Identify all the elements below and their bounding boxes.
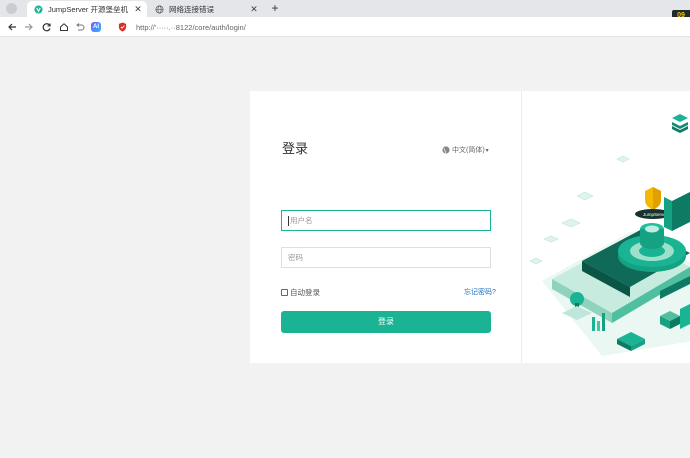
- language-label: 中文(简体): [452, 147, 485, 154]
- globe-icon: [442, 146, 450, 154]
- tab-jumpserver[interactable]: JumpServer 开源堡垒机 ✕: [27, 1, 147, 17]
- url-text: http://'·····.··8122/core/auth/login/: [136, 22, 246, 32]
- auto-login-option[interactable]: 自动登录: [281, 287, 320, 298]
- login-title: 登录: [282, 141, 309, 156]
- auto-login-checkbox[interactable]: [281, 289, 288, 296]
- undo-icon[interactable]: [73, 20, 86, 33]
- address-bar-row: AI http://'·····.··8122/core/auth/login/: [0, 17, 690, 37]
- forgot-password-link[interactable]: 忘记密码?: [464, 287, 496, 297]
- forward-icon[interactable]: [22, 20, 35, 33]
- reload-icon[interactable]: [40, 20, 53, 33]
- browser-tab-strip: JumpServer 开源堡垒机 ✕ 网络连接错误 ✕ +: [0, 0, 690, 17]
- password-placeholder: 密码: [288, 253, 303, 262]
- jumpserver-illustration: JumpServer: [529, 114, 690, 356]
- close-tab-icon[interactable]: ✕: [248, 4, 260, 15]
- back-icon[interactable]: [5, 20, 18, 33]
- username-placeholder: 用户名: [290, 216, 313, 225]
- close-tab-icon[interactable]: ✕: [132, 4, 144, 15]
- tab-title: JumpServer 开源堡垒机: [48, 4, 129, 14]
- password-input[interactable]: 密码: [281, 247, 491, 268]
- new-tab-button[interactable]: +: [268, 0, 282, 17]
- tab-title: 网络连接错误: [169, 4, 214, 14]
- login-button[interactable]: 登录: [281, 311, 491, 333]
- home-icon[interactable]: [57, 20, 70, 33]
- caret-down-icon: ▾: [485, 147, 489, 154]
- auto-login-label: 自动登录: [290, 288, 320, 297]
- language-selector[interactable]: 中文(简体) ▾: [442, 145, 489, 155]
- username-input[interactable]: 用户名: [281, 210, 491, 231]
- url-field[interactable]: http://'·····.··8122/core/auth/login/: [113, 19, 683, 35]
- jumpserver-favicon-icon: [34, 4, 43, 14]
- brand-stack-icon: [672, 114, 688, 133]
- ai-assistant-icon[interactable]: AI: [91, 22, 101, 32]
- browser-menu-icon[interactable]: [6, 3, 17, 14]
- security-shield-icon: [118, 22, 127, 32]
- tab-network-error[interactable]: 网络连接错误 ✕: [148, 1, 263, 17]
- globe-icon: [155, 5, 164, 13]
